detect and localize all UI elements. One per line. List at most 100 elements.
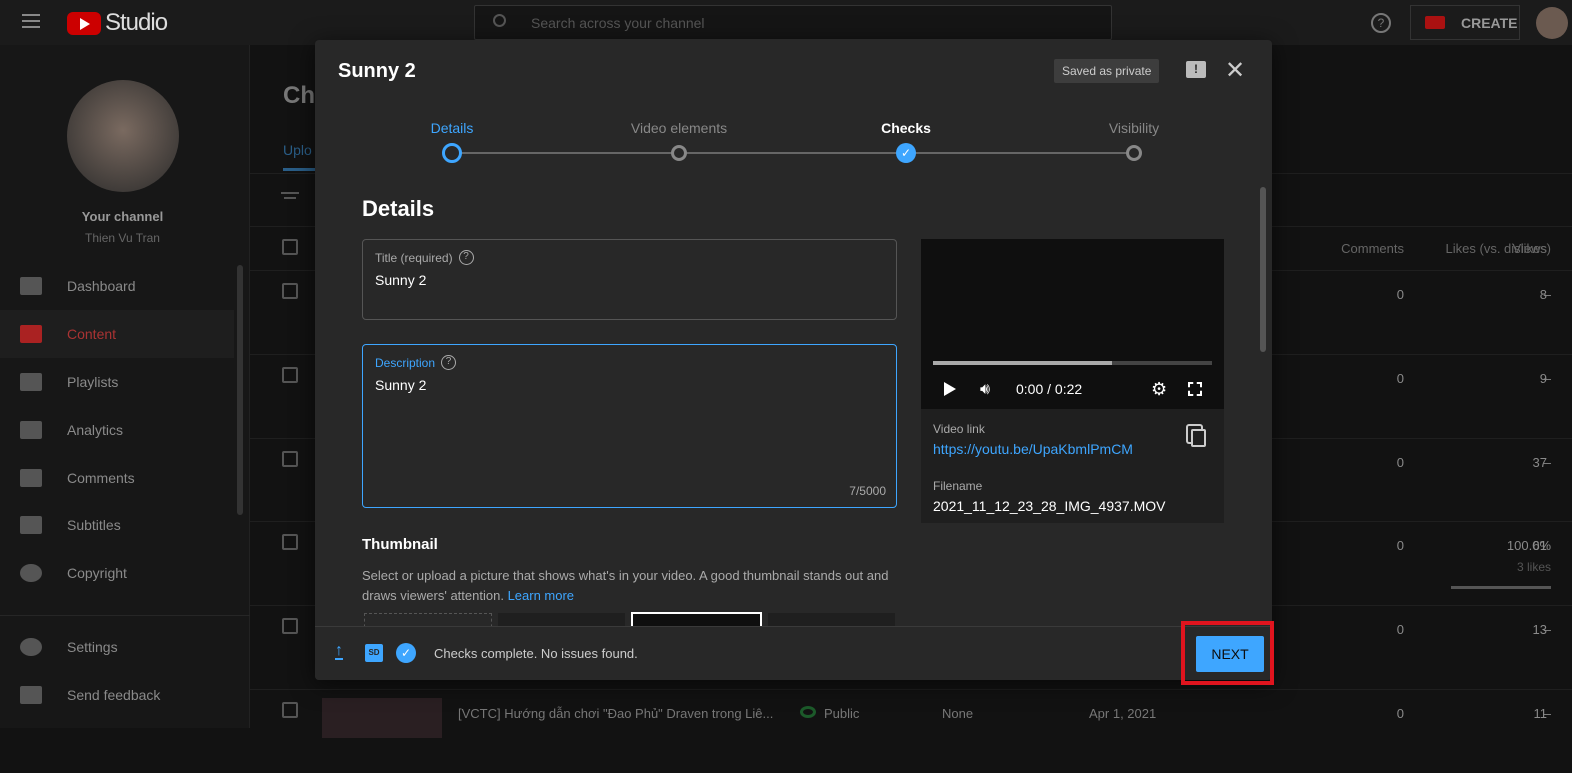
description-field[interactable]: Description? Sunny 2 7/5000 <box>362 344 897 508</box>
video-progress-bar[interactable] <box>933 361 1212 365</box>
video-thumbnail[interactable] <box>322 698 442 738</box>
tab-underline <box>283 168 318 171</box>
help-icon[interactable]: ? <box>441 355 457 370</box>
search-icon <box>493 14 506 27</box>
settings-icon[interactable]: ⚙ <box>1151 379 1167 400</box>
comments-cell: 0 <box>1396 371 1404 386</box>
thumbnail-title: Thumbnail <box>362 536 438 553</box>
playlists-icon <box>20 373 42 391</box>
channel-label: Your channel <box>81 209 164 224</box>
character-counter: 7/5000 <box>849 484 886 498</box>
help-icon[interactable]: ? <box>458 250 474 265</box>
dialog-title: Sunny 2 <box>338 60 416 82</box>
sidebar-divider <box>0 615 250 616</box>
comments-cell: 0 <box>1396 455 1404 470</box>
account-avatar[interactable] <box>1536 7 1568 39</box>
video-time: 0:00 / 0:22 <box>1016 381 1083 397</box>
video-details-dialog: Sunny 2 Saved as private ! ✕ Details Vid… <box>315 40 1272 680</box>
step-visibility[interactable]: Visibility <box>1109 120 1159 136</box>
sidebar-scrollbar[interactable] <box>237 265 243 515</box>
likes-count: 3 likes <box>1516 560 1551 574</box>
learn-more-link[interactable]: Learn more <box>508 588 574 603</box>
create-label: CREATE <box>1461 14 1518 31</box>
sidebar-item-comments[interactable]: Comments <box>0 454 234 502</box>
video-title[interactable]: [VCTC] Hướng dẫn chơi "Đao Phủ" Draven t… <box>458 706 773 721</box>
sidebar-item-subtitles[interactable]: Subtitles <box>0 501 234 549</box>
subtitles-icon <box>20 516 42 534</box>
analytics-icon <box>20 421 42 439</box>
tab-uploads[interactable]: Uplo <box>283 142 312 158</box>
step-checks[interactable]: Checks <box>881 120 931 136</box>
check-icon: ✓ <box>896 143 916 163</box>
feedback-icon[interactable]: ! <box>1186 61 1206 78</box>
dialog-scrollbar[interactable] <box>1260 187 1266 352</box>
volume-icon[interactable]: 🔊︎ <box>980 381 990 399</box>
comments-cell: 0 <box>1396 538 1404 553</box>
menu-icon[interactable] <box>22 14 40 28</box>
title-value: Sunny 2 <box>375 272 427 288</box>
sd-badge-icon: SD <box>365 644 383 662</box>
row-checkbox[interactable] <box>282 451 298 467</box>
public-eye-icon <box>800 706 816 718</box>
step-details[interactable]: Details <box>431 120 474 136</box>
sidebar-item-dashboard[interactable]: Dashboard <box>0 262 234 310</box>
youtube-logo-icon[interactable] <box>67 12 101 35</box>
dashboard-icon <box>20 277 42 295</box>
comments-cell: 0 <box>1396 287 1404 302</box>
likes-cell: – <box>1543 287 1551 302</box>
section-title: Details <box>362 196 435 221</box>
sidebar-item-send-feedback[interactable]: Send feedback <box>0 671 234 719</box>
play-icon[interactable] <box>944 382 956 396</box>
video-link[interactable]: https://youtu.be/UpaKbmlPmCM <box>933 441 1133 457</box>
help-icon[interactable]: ? <box>1371 13 1391 33</box>
likes-ratio-bar <box>1451 586 1551 589</box>
step-pending-indicator <box>671 145 687 161</box>
table-row[interactable]: 11 0 – [VCTC] Hướng dẫn chơi "Đao Phủ" D… <box>250 689 1572 773</box>
search-input[interactable]: Search across your channel <box>474 5 1112 40</box>
visibility-cell[interactable]: Public <box>824 706 859 721</box>
fullscreen-icon[interactable] <box>1188 382 1202 396</box>
likes-cell: – <box>1543 706 1551 721</box>
filter-icon[interactable] <box>281 192 299 204</box>
sidebar-item-copyright[interactable]: Copyright <box>0 549 234 597</box>
row-checkbox[interactable] <box>282 534 298 550</box>
copy-icon[interactable] <box>1191 429 1206 447</box>
sidebar: Your channel Thien Vu Tran Dashboard Con… <box>0 45 250 728</box>
select-all-checkbox[interactable] <box>282 239 298 255</box>
sidebar-item-analytics[interactable]: Analytics <box>0 406 234 454</box>
upload-icon: ↑ <box>335 642 343 660</box>
step-video-elements[interactable]: Video elements <box>631 120 727 136</box>
date-cell: Apr 1, 2021 <box>1089 706 1157 721</box>
thumbnail-description: Select or upload a picture that shows wh… <box>362 568 889 603</box>
restrictions-cell: None <box>942 706 974 721</box>
sidebar-item-settings[interactable]: Settings <box>0 623 234 671</box>
footer-status: Checks complete. No issues found. <box>434 646 638 661</box>
row-checkbox[interactable] <box>282 618 298 634</box>
sidebar-item-playlists[interactable]: Playlists <box>0 358 234 406</box>
likes-cell: – <box>1543 455 1551 470</box>
likes-cell: 100.0% <box>1506 538 1551 553</box>
comments-cell: 0 <box>1396 706 1404 721</box>
top-bar: Studio Search across your channel ? CREA… <box>0 0 1572 45</box>
likes-header[interactable]: Likes (vs. dislikes) <box>1446 241 1551 256</box>
row-checkbox[interactable] <box>282 367 298 383</box>
row-checkbox[interactable] <box>282 283 298 299</box>
close-icon[interactable]: ✕ <box>1225 56 1245 85</box>
description-label: Description <box>375 355 436 370</box>
checks-complete-icon: ✓ <box>396 643 416 663</box>
comments-cell: 0 <box>1396 622 1404 637</box>
video-progress-fill <box>933 361 1112 365</box>
comments-icon <box>20 469 42 487</box>
row-checkbox[interactable] <box>282 702 298 718</box>
filename: 2021_11_12_23_28_IMG_4937.MOV <box>933 498 1166 514</box>
video-preview: 🔊︎ 0:00 / 0:22 ⚙ Video link https://yout… <box>921 239 1224 523</box>
channel-name: Thien Vu Tran <box>85 231 160 245</box>
comments-header[interactable]: Comments <box>1341 241 1404 256</box>
create-button[interactable]: CREATE <box>1410 5 1520 40</box>
channel-avatar[interactable] <box>67 80 179 192</box>
sidebar-item-content[interactable]: Content <box>0 310 234 358</box>
title-label: Title (required) <box>375 250 453 265</box>
title-field[interactable]: Title (required)? Sunny 2 <box>362 239 897 320</box>
likes-cell: – <box>1543 622 1551 637</box>
likes-cell: – <box>1543 371 1551 386</box>
